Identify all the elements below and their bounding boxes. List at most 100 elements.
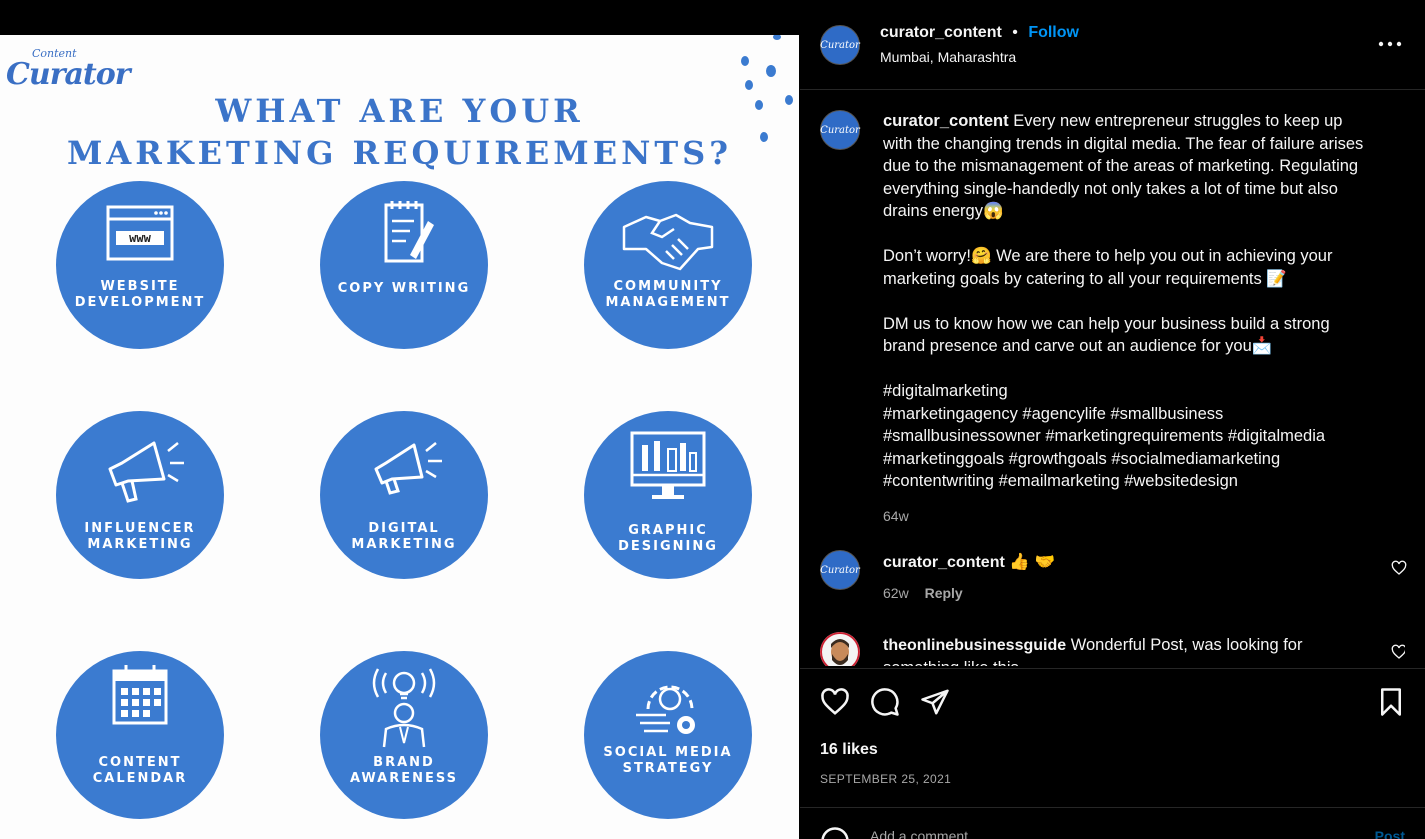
handshake-icon bbox=[622, 213, 714, 271]
avatar-text: Curator bbox=[820, 564, 860, 576]
service-label-line1: INFLUENCER bbox=[84, 521, 196, 536]
service-label-line2: DEVELOPMENT bbox=[74, 295, 206, 310]
hashtag-block: #digitalmarketing #marketingagency #agen… bbox=[883, 380, 1373, 493]
header-user-line: curator_content • Follow bbox=[880, 24, 1079, 42]
calendar-icon bbox=[112, 665, 168, 725]
service-graphic-designing: GRAPHIC DESIGNING bbox=[584, 411, 752, 579]
caption: curator_content Every new entrepreneur s… bbox=[883, 110, 1373, 527]
post-actions: 16 likes SEPTEMBER 25, 2021 Add a commen… bbox=[800, 668, 1425, 839]
hashtag-line[interactable]: #digitalmarketing bbox=[883, 380, 1373, 403]
service-label-line1: DIGITAL bbox=[368, 521, 440, 536]
hashtag-line[interactable]: #contentwriting #emailmarketing #website… bbox=[883, 470, 1373, 493]
comment-time[interactable]: 62w bbox=[883, 585, 909, 601]
reply-button[interactable]: Reply bbox=[925, 585, 963, 601]
heart-icon[interactable] bbox=[1391, 560, 1407, 576]
comment-avatar[interactable]: Curator bbox=[820, 550, 860, 590]
avatar-text: Curator bbox=[820, 39, 860, 51]
service-content-calendar: CONTENT CALENDAR bbox=[56, 651, 224, 819]
avatar-text: Curator bbox=[820, 124, 860, 136]
service-label: GRAPHIC DESIGNING bbox=[584, 523, 752, 555]
comment-item: Curator curator_content 👍 🤝 62w Reply bbox=[820, 550, 1407, 610]
person-avatar-icon bbox=[820, 632, 860, 666]
service-label-line1: BRAND bbox=[373, 755, 435, 770]
heart-icon[interactable] bbox=[1391, 644, 1405, 660]
logo-big-text: Curator bbox=[6, 57, 131, 92]
comment-text-continued: something like this ... bbox=[883, 657, 1343, 666]
service-label-line1: SOCIAL MEDIA bbox=[603, 745, 733, 760]
service-label-line1: WEBSITE bbox=[100, 279, 180, 294]
service-label: WEBSITE DEVELOPMENT bbox=[56, 279, 224, 311]
likes-count[interactable]: 16 likes bbox=[820, 741, 878, 759]
service-label-line1: COPY WRITING bbox=[337, 281, 471, 296]
comment-username[interactable]: curator_content bbox=[883, 554, 1005, 571]
bookmark-icon[interactable] bbox=[1376, 687, 1406, 717]
comment-item: theonlinebusinessguide Wonderful Post, w… bbox=[820, 632, 1405, 666]
caption-paragraph-1: curator_content Every new entrepreneur s… bbox=[883, 110, 1373, 223]
comment-username[interactable]: theonlinebusinessguide bbox=[883, 637, 1066, 654]
comment-body: theonlinebusinessguide Wonderful Post, w… bbox=[883, 634, 1343, 666]
service-website-development: www WEBSITE DEVELOPMENT bbox=[56, 181, 224, 349]
monitor-design-icon bbox=[630, 431, 706, 499]
header-username[interactable]: curator_content bbox=[880, 24, 1002, 41]
comment-bubble-icon[interactable] bbox=[870, 687, 900, 717]
service-influencer-marketing: INFLUENCER MARKETING bbox=[56, 411, 224, 579]
service-label: COPY WRITING bbox=[320, 281, 488, 297]
service-label: COMMUNITY MANAGEMENT bbox=[584, 279, 752, 311]
service-label-line2: MANAGEMENT bbox=[605, 295, 731, 310]
service-label: BRAND AWARENESS bbox=[320, 755, 488, 787]
more-options-icon[interactable] bbox=[1378, 36, 1402, 52]
post-image[interactable]: Content Curator WHAT ARE YOUR MARKETING … bbox=[0, 35, 799, 839]
service-digital-marketing: DIGITAL MARKETING bbox=[320, 411, 488, 579]
brand-logo: Content Curator bbox=[6, 41, 131, 92]
hashtag-line[interactable]: #marketinggoals #growthgoals #socialmedi… bbox=[883, 448, 1373, 471]
header-separator: • bbox=[1012, 24, 1018, 41]
comment-avatar[interactable] bbox=[820, 632, 860, 666]
service-label-line2: MARKETING bbox=[351, 537, 457, 552]
like-heart-icon[interactable] bbox=[820, 687, 850, 717]
caption-paragraph-3: DM us to know how we can help your busin… bbox=[883, 314, 1330, 356]
hashtag-line[interactable]: #smallbusinessowner #marketingrequiremen… bbox=[883, 425, 1373, 448]
service-label-line1: CONTENT bbox=[98, 755, 182, 770]
service-label: INFLUENCER MARKETING bbox=[56, 521, 224, 553]
location-link[interactable]: Mumbai, Maharashtra bbox=[880, 49, 1016, 65]
caption-paragraph-2: Don’t worry!🤗 We are there to help you o… bbox=[883, 247, 1333, 288]
post-comment-button[interactable]: Post bbox=[1375, 828, 1405, 839]
headline-line-1: WHAT ARE YOUR bbox=[215, 92, 584, 130]
emoji-icon[interactable] bbox=[820, 826, 850, 839]
service-label: DIGITAL MARKETING bbox=[320, 521, 488, 553]
follow-button[interactable]: Follow bbox=[1028, 24, 1079, 41]
service-label-line2: CALENDAR bbox=[92, 771, 188, 786]
headline-line-2: MARKETING REQUIREMENTS? bbox=[67, 134, 732, 172]
megaphone-icon bbox=[374, 442, 442, 495]
comment-meta: 62w Reply bbox=[883, 585, 963, 601]
hashtag-line[interactable]: #marketingagency #agencylife #smallbusin… bbox=[883, 403, 1373, 426]
service-label-line1: COMMUNITY bbox=[613, 279, 723, 294]
service-label-line2: MARKETING bbox=[87, 537, 193, 552]
caption-username[interactable]: curator_content bbox=[883, 112, 1009, 130]
comment-text: 👍 🤝 bbox=[1009, 553, 1056, 571]
share-send-icon[interactable] bbox=[920, 687, 950, 717]
megaphone-icon bbox=[108, 441, 184, 503]
notepad-pencil-icon bbox=[384, 201, 434, 263]
avatar[interactable]: Curator bbox=[820, 25, 860, 65]
post-date[interactable]: SEPTEMBER 25, 2021 bbox=[820, 772, 951, 786]
service-label: SOCIAL MEDIA STRATEGY bbox=[584, 745, 752, 777]
post-header: Curator curator_content • Follow Mumbai,… bbox=[800, 0, 1425, 90]
service-community-management: COMMUNITY MANAGEMENT bbox=[584, 181, 752, 349]
service-social-media-strategy: SOCIAL MEDIA STRATEGY bbox=[584, 651, 752, 819]
add-comment-bar: Add a comment... Post bbox=[800, 807, 1425, 839]
comment-input[interactable]: Add a comment... bbox=[870, 828, 980, 839]
service-label: CONTENT CALENDAR bbox=[56, 755, 224, 787]
service-label-line2: DESIGNING bbox=[618, 539, 718, 554]
comment-text: Wonderful Post, was looking for bbox=[1070, 636, 1303, 654]
service-label-line2: STRATEGY bbox=[622, 761, 714, 776]
caption-avatar[interactable]: Curator bbox=[820, 110, 860, 150]
service-copy-writing: COPY WRITING bbox=[320, 181, 488, 349]
post-headline: WHAT ARE YOUR MARKETING REQUIREMENTS? bbox=[0, 90, 799, 174]
service-label-line2: AWARENESS bbox=[349, 771, 459, 786]
lightbulb-person-icon bbox=[372, 668, 436, 748]
service-brand-awareness: BRAND AWARENESS bbox=[320, 651, 488, 819]
caption-timestamp[interactable]: 64w bbox=[883, 505, 1373, 528]
www-text: www bbox=[129, 231, 151, 245]
service-label-line1: GRAPHIC bbox=[628, 523, 708, 538]
